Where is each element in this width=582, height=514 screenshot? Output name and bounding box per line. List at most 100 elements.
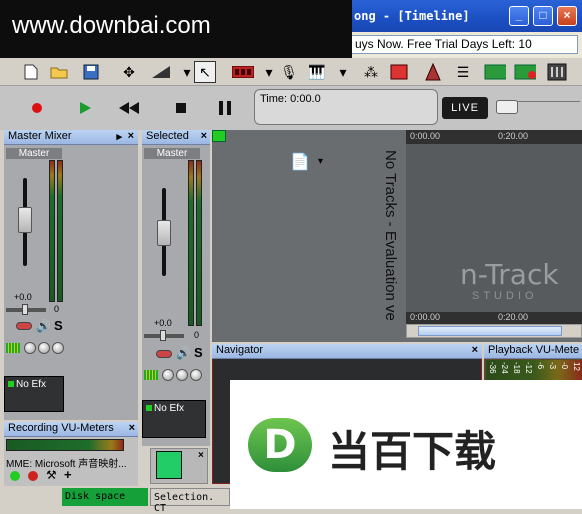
brand-logo: n-Track [460, 258, 559, 291]
selected-efx-label: No Efx [154, 403, 185, 414]
master-vu-left [49, 160, 55, 302]
selected-title: Selected [146, 130, 189, 142]
track-view-icon[interactable] [232, 61, 254, 83]
no-tracks-text: No Tracks - Evaluation ve [382, 150, 399, 321]
pan-knob[interactable] [22, 304, 28, 315]
pan-value: 0 [54, 304, 60, 314]
selected-pan-knob[interactable] [160, 330, 166, 341]
time-display: Time: 0:00.0 [254, 89, 438, 125]
minimize-button[interactable]: _ [509, 6, 529, 26]
tile-close-icon[interactable]: × [198, 450, 204, 461]
volume-ramp-icon[interactable] [150, 61, 172, 83]
selected-knob-1[interactable] [162, 369, 174, 381]
list-icon[interactable]: ☰ [452, 61, 474, 83]
green-dot-icon[interactable] [10, 471, 20, 481]
track-dropdown-icon[interactable]: ▾ [258, 61, 280, 83]
recording-vu-close-icon[interactable]: × [129, 422, 135, 434]
import-dropdown-icon[interactable]: ▾ [318, 156, 323, 167]
vu-scale-6: -3 [548, 362, 557, 370]
panel-close-icon[interactable]: × [128, 130, 134, 142]
plugin-icon[interactable] [388, 61, 410, 83]
navigator-title: Navigator [216, 344, 264, 356]
selected-eq-icon[interactable] [144, 370, 158, 380]
navigator-close-icon[interactable]: × [472, 344, 478, 356]
mute-toggle[interactable] [16, 322, 32, 330]
trial-notice[interactable]: uys Now. Free Trial Days Left: 10 [350, 35, 578, 54]
midi-keyboard-icon[interactable]: 🎹 [306, 61, 328, 83]
recording-vu-header: Recording VU-Meters × [4, 422, 138, 437]
time-readout: Time: 0:00.0 [260, 93, 321, 105]
midi-dropdown-icon[interactable]: ▾ [332, 61, 354, 83]
timeline-green-marker[interactable] [212, 130, 226, 142]
window-title: ong - [Timeline] [354, 9, 470, 23]
master-mixer-header: Master Mixer ▸ × [4, 130, 138, 145]
master-vu-right [57, 160, 63, 302]
pause-button[interactable] [210, 94, 240, 122]
tuner-icon[interactable] [422, 61, 444, 83]
vu-scale-1: -36 [488, 362, 497, 374]
selected-knob-3[interactable] [190, 369, 202, 381]
vu-scale-7: -0 [560, 362, 569, 370]
new-file-icon[interactable] [20, 61, 42, 83]
ruler-top[interactable]: 0:00.00 0:20.00 [406, 130, 582, 144]
open-folder-icon[interactable] [48, 61, 70, 83]
channel-label: Master [6, 148, 62, 159]
selected-knob-2[interactable] [176, 369, 188, 381]
microphone-icon[interactable]: 🎙 [278, 61, 300, 83]
navigator-header: Navigator × [212, 344, 482, 359]
knob-2[interactable] [38, 342, 50, 354]
playback-vu-scale: -36 -24 -18 -12 -6 -3 -0 12 [486, 360, 582, 380]
selected-fader-knob[interactable] [157, 220, 171, 246]
pointer-tool-icon[interactable]: ↖ [194, 61, 216, 83]
knob-1[interactable] [24, 342, 36, 354]
knob-3[interactable] [52, 342, 64, 354]
ruler-bottom-tick-2: 0:20.00 [498, 312, 529, 322]
selected-fader-value: +0.0 [154, 318, 172, 328]
selected-speaker-icon[interactable]: 🔊 [176, 346, 191, 360]
play-button[interactable] [70, 94, 100, 122]
eq-icon[interactable] [6, 343, 20, 353]
wave-editor-icon[interactable] [156, 451, 182, 479]
fader-value: +0.0 [14, 292, 32, 302]
ruler-bottom-tick-1: 0:00.00 [410, 312, 441, 322]
selected-efx-slot[interactable]: No Efx [142, 400, 206, 438]
selected-mute-toggle[interactable] [156, 350, 172, 358]
selected-efx-indicator-icon [146, 405, 152, 411]
close-button[interactable]: × [557, 6, 577, 26]
maximize-button[interactable]: □ [533, 6, 553, 26]
vu-scale-2: -24 [500, 362, 509, 374]
ad-logo-icon: D [248, 418, 312, 472]
add-track-icon[interactable] [514, 61, 536, 83]
scrollbar-thumb[interactable] [418, 326, 562, 336]
routing-icon[interactable]: ⁂ [360, 61, 382, 83]
stop-button[interactable] [166, 94, 196, 122]
live-button[interactable]: LIVE [442, 97, 488, 119]
recording-vu-meter [6, 439, 124, 451]
mixer-view-icon[interactable] [546, 61, 568, 83]
panel-arrow-icon[interactable]: ▸ [116, 130, 122, 143]
ruler-bottom[interactable]: 0:00.00 0:20.00 [406, 312, 582, 324]
selected-pan-value: 0 [194, 330, 200, 340]
speaker-icon[interactable]: 🔊 [36, 319, 51, 333]
red-dot-icon[interactable] [28, 471, 38, 481]
master-fader-knob[interactable] [18, 207, 32, 233]
record-button[interactable] [22, 94, 52, 122]
wrench-icon[interactable]: ⚒ [46, 468, 57, 482]
add-icon[interactable]: + [64, 467, 72, 482]
vu-scale-4: -12 [524, 362, 533, 374]
save-icon[interactable] [80, 61, 102, 83]
brand-sub: STUDIO [472, 290, 538, 302]
efx-slot[interactable]: No Efx [4, 376, 64, 412]
record-track-icon[interactable] [484, 61, 506, 83]
ruler-top-tick-1: 0:00.00 [410, 131, 441, 141]
rewind-button[interactable] [114, 94, 144, 122]
selected-vu-right [196, 160, 202, 326]
move-tool-icon[interactable]: ✥ [118, 61, 140, 83]
solo-button[interactable]: S [54, 318, 63, 333]
watermark-banner: www.downbai.com [0, 0, 352, 58]
efx-label: No Efx [16, 379, 47, 390]
selected-solo-button[interactable]: S [194, 345, 203, 360]
import-audio-icon[interactable]: 📄 [290, 152, 310, 172]
position-slider-knob[interactable] [496, 100, 518, 114]
selected-close-icon[interactable]: × [201, 130, 207, 142]
